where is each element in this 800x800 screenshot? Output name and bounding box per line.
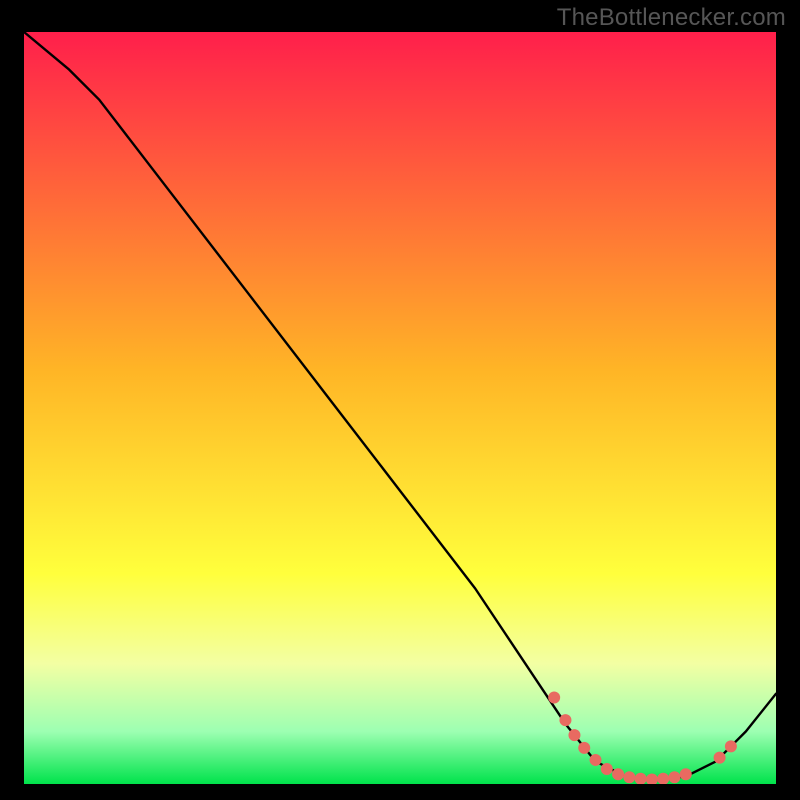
watermark-text: TheBottlenecker.com [557, 4, 786, 32]
gradient-background [24, 32, 776, 784]
data-dot [578, 742, 590, 754]
bottleneck-curve-chart [24, 32, 776, 784]
data-dot [668, 771, 680, 783]
data-dot [680, 768, 692, 780]
data-dot [548, 692, 560, 704]
data-dot [559, 714, 571, 726]
data-dot [601, 763, 613, 775]
data-dot [725, 740, 737, 752]
data-dot [714, 752, 726, 764]
chart-frame: TheBottlenecker.com [0, 0, 800, 800]
data-dot [568, 729, 580, 741]
chart-plot-area [24, 32, 776, 784]
data-dot [623, 771, 635, 783]
data-dot [590, 754, 602, 766]
data-dot [612, 768, 624, 780]
